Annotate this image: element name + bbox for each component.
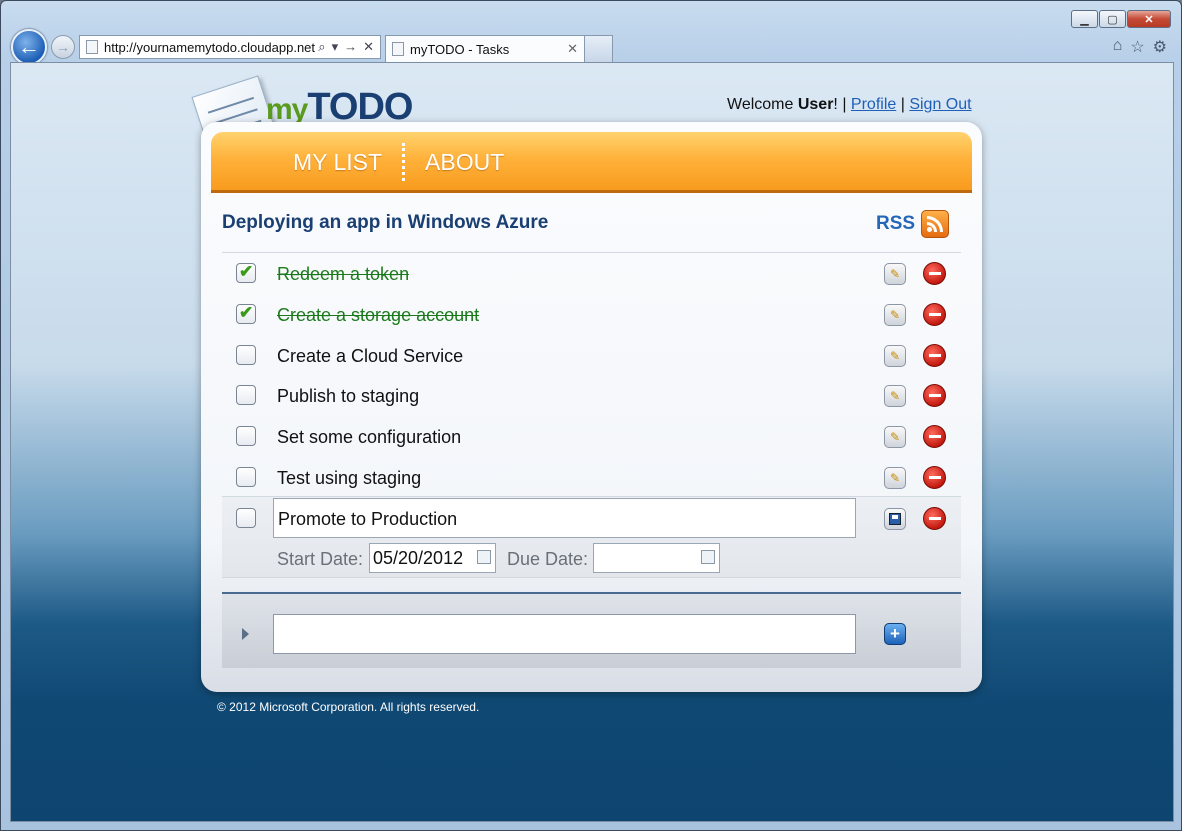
window-controls: ▁ ▢ ✕ [1070, 10, 1171, 28]
start-date-field[interactable]: 05/20/2012 [369, 543, 496, 573]
delete-minus-icon[interactable] [923, 344, 946, 367]
task-row: Set some configuration ✎ [222, 416, 961, 456]
profile-link[interactable]: Profile [851, 96, 896, 113]
page-icon [392, 42, 404, 56]
welcome-suffix: ! | [833, 96, 851, 113]
task-checkbox[interactable] [236, 508, 256, 528]
delete-minus-icon[interactable] [923, 384, 946, 407]
add-task-section: + [222, 592, 961, 668]
task-row: Publish to staging ✎ [222, 375, 961, 415]
delete-minus-icon[interactable] [923, 425, 946, 448]
go-icon[interactable]: → [344, 39, 357, 55]
menu-underline [211, 190, 972, 193]
close-window-button[interactable]: ✕ [1127, 10, 1171, 28]
rss-link[interactable]: RSS [876, 210, 950, 238]
task-checkbox[interactable] [236, 426, 256, 446]
menu-about[interactable]: ABOUT [425, 149, 504, 176]
browser-tools: ⌂ ☆ ⚙ [1113, 37, 1167, 57]
task-text: Publish to staging [277, 386, 420, 406]
forward-button[interactable]: → [51, 35, 75, 59]
due-date-label: Due Date: [507, 549, 589, 569]
task-edit-input[interactable]: Promote to Production [273, 498, 856, 538]
favorites-star-icon[interactable]: ☆ [1130, 37, 1144, 57]
welcome-bar: Welcome User! | Profile | Sign Out [727, 96, 972, 114]
dropdown-icon[interactable]: ▾ [332, 39, 339, 55]
user-name: User [797, 96, 834, 113]
minimize-button[interactable]: ▁ [1071, 10, 1098, 28]
footer-copyright: © 2012 Microsoft Corporation. All rights… [217, 700, 480, 714]
save-disk-icon[interactable] [884, 508, 906, 530]
delete-minus-icon[interactable] [923, 507, 946, 530]
delete-minus-icon[interactable] [923, 262, 946, 285]
edit-pencil-icon[interactable]: ✎ [884, 304, 906, 326]
edit-pencil-icon[interactable]: ✎ [884, 467, 906, 489]
welcome-prefix: Welcome [727, 96, 798, 113]
task-text: Create a Cloud Service [277, 346, 464, 366]
tab-title: myTODO - Tasks [410, 41, 510, 57]
link-separator: | [896, 96, 910, 113]
task-text: Set some configuration [277, 427, 462, 447]
task-row: Test using staging ✎ [222, 457, 961, 497]
task-row: Create a Cloud Service ✎ [222, 335, 961, 375]
gear-icon[interactable]: ⚙ [1153, 37, 1167, 57]
task-checkbox[interactable] [236, 467, 256, 487]
task-edit-row: Promote to Production Start Date: 05/20/… [222, 496, 961, 578]
task-text: Test using staging [277, 468, 422, 488]
edit-pencil-icon[interactable]: ✎ [884, 426, 906, 448]
delete-minus-icon[interactable] [923, 466, 946, 489]
rss-label[interactable]: RSS [876, 213, 915, 235]
task-text: Redeem a token [277, 264, 410, 284]
task-text: Create a storage account [277, 305, 480, 325]
task-checkbox[interactable] [236, 303, 256, 324]
calendar-icon[interactable] [477, 550, 491, 564]
edit-pencil-icon[interactable]: ✎ [884, 345, 906, 367]
expand-arrow-icon[interactable] [242, 628, 249, 640]
tab-close-icon[interactable]: ✕ [567, 41, 584, 57]
new-tab-button[interactable] [584, 35, 613, 62]
page-icon [86, 40, 98, 54]
url-text[interactable]: http://yournamemytodo.cloudapp.net [104, 40, 318, 55]
home-icon[interactable]: ⌂ [1113, 37, 1123, 57]
task-checkbox[interactable] [236, 345, 256, 365]
edit-pencil-icon[interactable]: ✎ [884, 385, 906, 407]
calendar-icon[interactable] [701, 550, 715, 564]
rss-feed-icon[interactable] [921, 210, 950, 238]
menu-separator [402, 143, 406, 181]
tab-mytodo[interactable]: myTODO - Tasks ✕ [385, 35, 585, 62]
list-title: Deploying an app in Windows Azure [222, 212, 549, 233]
task-checkbox[interactable] [236, 262, 256, 283]
menu-my-list[interactable]: MY LIST [293, 149, 382, 176]
main-menu: MY LIST ABOUT [211, 132, 972, 192]
task-checkbox[interactable] [236, 385, 256, 405]
edit-pencil-icon[interactable]: ✎ [884, 263, 906, 285]
maximize-button[interactable]: ▢ [1099, 10, 1126, 28]
due-date-field[interactable] [593, 543, 720, 573]
delete-minus-icon[interactable] [923, 303, 946, 326]
signout-link[interactable]: Sign Out [909, 96, 971, 113]
address-bar[interactable]: http://yournamemytodo.cloudapp.net ⌕ ▾ →… [79, 35, 381, 59]
start-date-value[interactable]: 05/20/2012 [373, 548, 463, 568]
search-icon[interactable]: ⌕ [318, 39, 325, 55]
add-plus-icon[interactable]: + [884, 623, 906, 645]
back-button[interactable]: ← [11, 29, 47, 65]
task-row: Redeem a token ✎ [222, 253, 961, 293]
new-task-input[interactable] [273, 614, 856, 654]
task-row: Create a storage account ✎ [222, 294, 961, 334]
stop-icon[interactable]: ✕ [363, 39, 374, 55]
start-date-label: Start Date: [277, 549, 364, 569]
